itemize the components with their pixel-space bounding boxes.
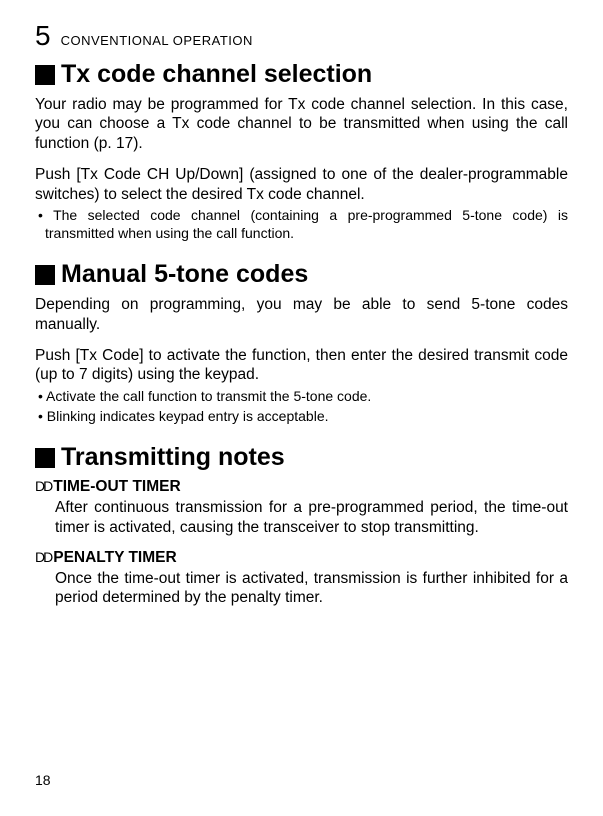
body-paragraph: Push [Tx Code] to activate the function,… [35, 346, 568, 385]
square-bullet-icon [35, 448, 55, 468]
section-title: Transmitting notes [61, 443, 285, 472]
body-paragraph: Push [Tx Code CH Up/Down] (assigned to o… [35, 165, 568, 204]
diamond-marker-icon: DD [35, 478, 51, 494]
section-manual-5tone: Manual 5-tone codes Depending on program… [35, 260, 568, 425]
sub-title: PENALTY TIMER [53, 549, 176, 567]
section-transmitting-notes: Transmitting notes DD TIME-OUT TIMER Aft… [35, 443, 568, 608]
sub-body: Once the time-out timer is activated, tr… [55, 569, 568, 608]
bullet-item: • Activate the call function to transmit… [35, 387, 568, 405]
chapter-title: CONVENTIONAL OPERATION [61, 33, 253, 48]
sub-heading: DD PENALTY TIMER [35, 549, 568, 567]
sub-title: TIME-OUT TIMER [53, 478, 180, 496]
diamond-marker-icon: DD [35, 549, 51, 565]
section-heading: Transmitting notes [35, 443, 568, 472]
sub-heading: DD TIME-OUT TIMER [35, 478, 568, 496]
page-number: 18 [35, 772, 51, 788]
bullet-item: • The selected code channel (containing … [35, 206, 568, 242]
square-bullet-icon [35, 65, 55, 85]
section-title: Manual 5-tone codes [61, 260, 308, 289]
square-bullet-icon [35, 265, 55, 285]
chapter-number: 5 [35, 20, 51, 52]
section-tx-code: Tx code channel selection Your radio may… [35, 60, 568, 242]
section-heading: Manual 5-tone codes [35, 260, 568, 289]
page-header: 5 CONVENTIONAL OPERATION [35, 20, 568, 52]
bullet-item: • Blinking indicates keypad entry is acc… [35, 407, 568, 425]
section-heading: Tx code channel selection [35, 60, 568, 89]
sub-body: After continuous transmission for a pre-… [55, 498, 568, 537]
body-paragraph: Depending on programming, you may be abl… [35, 295, 568, 334]
section-title: Tx code channel selection [61, 60, 372, 89]
body-paragraph: Your radio may be programmed for Tx code… [35, 95, 568, 153]
